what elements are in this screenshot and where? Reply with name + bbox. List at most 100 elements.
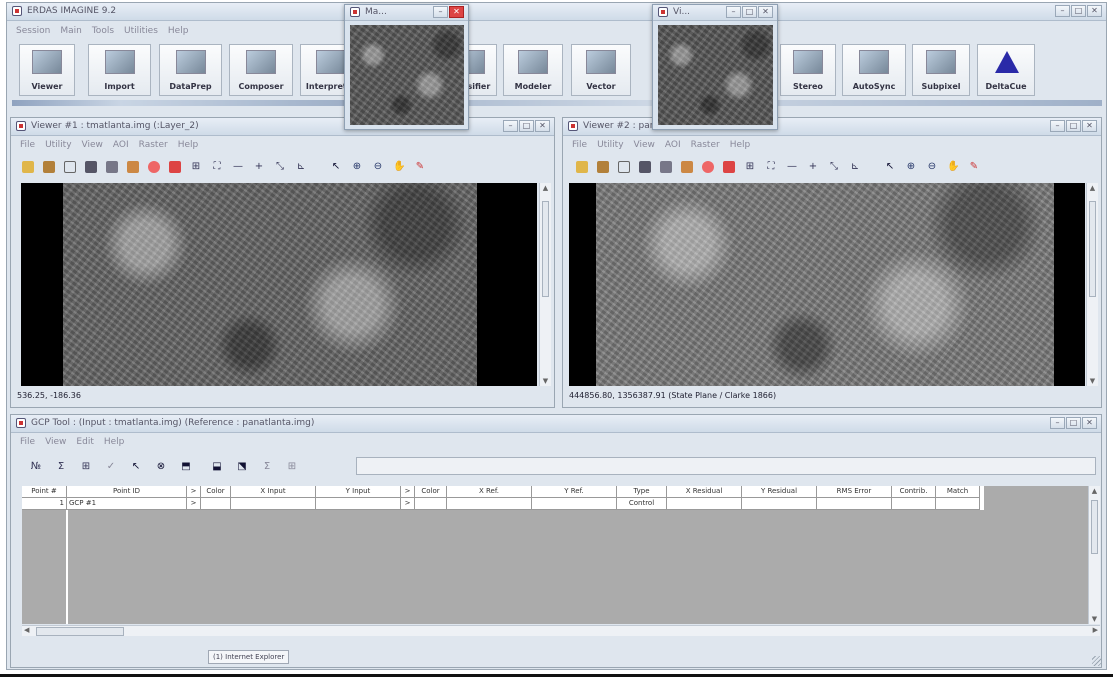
select-gcp-icon[interactable]: ↖ bbox=[130, 461, 142, 473]
sum-icon[interactable]: Σ bbox=[261, 461, 273, 473]
menu-main[interactable]: Main bbox=[60, 24, 82, 38]
aoi-icon[interactable] bbox=[169, 161, 181, 173]
profile-icon[interactable]: ⊾ bbox=[849, 161, 861, 173]
gcp-table[interactable]: Point # Point ID > Color X Input Y Input… bbox=[22, 486, 1088, 624]
close-folder-icon[interactable] bbox=[597, 161, 609, 173]
info-icon[interactable] bbox=[148, 161, 160, 173]
select-arrow-icon[interactable]: ↖ bbox=[330, 161, 342, 173]
minus-icon[interactable]: — bbox=[786, 161, 798, 173]
sigma-icon[interactable]: Σ bbox=[55, 461, 67, 473]
measure-icon[interactable]: ⤡ bbox=[274, 161, 286, 173]
col-type[interactable]: Type bbox=[617, 486, 667, 498]
viewer2-close-button[interactable]: ✕ bbox=[1082, 120, 1097, 132]
cell-point-number[interactable]: 1 bbox=[22, 498, 67, 510]
viewer2-scroll-thumb[interactable] bbox=[1089, 201, 1096, 297]
vector-tool-button[interactable]: Vector bbox=[571, 44, 631, 96]
pencil-icon[interactable] bbox=[681, 161, 693, 173]
table-row[interactable]: 1 GCP #1 > > Control bbox=[22, 498, 984, 510]
model-properties-icon[interactable]: № bbox=[30, 461, 42, 473]
viewer1-menu-utility[interactable]: Utility bbox=[45, 138, 71, 152]
pan-hand-icon[interactable]: ✋ bbox=[393, 161, 405, 173]
menu-session[interactable]: Session bbox=[16, 24, 50, 38]
viewer2-image-canvas[interactable] bbox=[569, 183, 1085, 386]
viewer1-minimize-button[interactable]: – bbox=[503, 120, 518, 132]
menu-help[interactable]: Help bbox=[168, 24, 189, 38]
cell-point-id[interactable]: GCP #1 bbox=[67, 498, 187, 510]
cell-x-residual[interactable] bbox=[667, 498, 742, 510]
viewer1-vertical-scrollbar[interactable]: ▲ ▼ bbox=[539, 183, 551, 386]
pencil-icon[interactable] bbox=[127, 161, 139, 173]
cell-x-ref[interactable] bbox=[447, 498, 532, 510]
gcp-menu-file[interactable]: File bbox=[20, 435, 35, 449]
zoom-out-icon[interactable]: ⊖ bbox=[372, 161, 384, 173]
zoom-out-icon[interactable]: ⊖ bbox=[926, 161, 938, 173]
print-icon[interactable] bbox=[106, 161, 118, 173]
info-icon[interactable] bbox=[702, 161, 714, 173]
grid-icon[interactable]: ⊞ bbox=[744, 161, 756, 173]
maximize-button[interactable]: □ bbox=[1071, 5, 1086, 17]
ref-arrow-icon[interactable]: ⬔ bbox=[236, 461, 248, 473]
col-point-number[interactable]: Point # bbox=[22, 486, 67, 498]
cell-input-marker[interactable]: > bbox=[187, 498, 201, 510]
col-input-marker[interactable]: > bbox=[187, 486, 201, 498]
cell-input-color[interactable] bbox=[201, 498, 231, 510]
viewer1-menu-aoi[interactable]: AOI bbox=[113, 138, 129, 152]
solve-icon[interactable]: ⊞ bbox=[80, 461, 92, 473]
composer-tool-button[interactable]: Composer bbox=[229, 44, 293, 96]
scroll-up-icon[interactable]: ▲ bbox=[1087, 183, 1098, 193]
open-folder-icon[interactable] bbox=[576, 161, 588, 173]
viewer2-menu-help[interactable]: Help bbox=[730, 138, 751, 152]
autosync-tool-button[interactable]: AutoSync bbox=[842, 44, 906, 96]
subpixel-tool-button[interactable]: Subpixel bbox=[912, 44, 970, 96]
cell-match[interactable] bbox=[936, 498, 980, 510]
crosshair-icon[interactable]: + bbox=[253, 161, 265, 173]
minus-icon[interactable]: — bbox=[232, 161, 244, 173]
col-input-color[interactable]: Color bbox=[201, 486, 231, 498]
scroll-left-icon[interactable]: ◀ bbox=[24, 626, 29, 634]
stereo-tool-button[interactable]: Stereo bbox=[780, 44, 836, 96]
scroll-down-icon[interactable]: ▼ bbox=[1089, 614, 1100, 624]
print-icon[interactable] bbox=[660, 161, 672, 173]
scroll-down-icon[interactable]: ▼ bbox=[1087, 376, 1098, 386]
new-viewer-icon[interactable] bbox=[64, 161, 76, 173]
scroll-down-icon[interactable]: ▼ bbox=[540, 376, 551, 386]
col-y-ref[interactable]: Y Ref. bbox=[532, 486, 617, 498]
viewer1-maximize-button[interactable]: □ bbox=[519, 120, 534, 132]
col-y-input[interactable]: Y Input bbox=[316, 486, 401, 498]
col-rms-error[interactable]: RMS Error bbox=[817, 486, 892, 498]
cell-rms-error[interactable] bbox=[817, 498, 892, 510]
cell-type[interactable]: Control bbox=[617, 498, 667, 510]
viewer2-minimize-button[interactable]: – bbox=[1050, 120, 1065, 132]
cell-contrib[interactable] bbox=[892, 498, 936, 510]
col-y-residual[interactable]: Y Residual bbox=[742, 486, 817, 498]
col-x-ref[interactable]: X Ref. bbox=[447, 486, 532, 498]
col-contrib[interactable]: Contrib. bbox=[892, 486, 936, 498]
cell-y-input[interactable] bbox=[316, 498, 401, 510]
scroll-up-icon[interactable]: ▲ bbox=[1089, 486, 1100, 496]
zoom-in-icon[interactable]: ⊕ bbox=[351, 161, 363, 173]
gcp-menu-help[interactable]: Help bbox=[104, 435, 125, 449]
magnifier-popup[interactable]: Ma... – ✕ bbox=[344, 4, 469, 130]
crosshair-icon[interactable]: + bbox=[807, 161, 819, 173]
gcp-menu-view[interactable]: View bbox=[45, 435, 66, 449]
dataprep-tool-button[interactable]: DataPrep bbox=[159, 44, 222, 96]
minimize-button[interactable]: – bbox=[1055, 5, 1070, 17]
menu-tools[interactable]: Tools bbox=[92, 24, 114, 38]
viewer-tool-button[interactable]: Viewer bbox=[19, 44, 75, 96]
new-viewer-icon[interactable] bbox=[618, 161, 630, 173]
grid-icon[interactable]: ⊞ bbox=[190, 161, 202, 173]
viewer1-menu-view[interactable]: View bbox=[82, 138, 103, 152]
scroll-right-icon[interactable]: ▶ bbox=[1093, 626, 1098, 634]
viewer1-image-canvas[interactable] bbox=[21, 183, 537, 386]
close-button[interactable]: ✕ bbox=[1087, 5, 1102, 17]
deltacue-tool-button[interactable]: DeltaCue bbox=[977, 44, 1035, 96]
modeler-tool-button[interactable]: Modeler bbox=[503, 44, 563, 96]
viewer1-scroll-thumb[interactable] bbox=[542, 201, 549, 297]
gcp-vertical-scrollbar[interactable]: ▲ ▼ bbox=[1088, 486, 1100, 624]
pan-hand-icon[interactable]: ✋ bbox=[947, 161, 959, 173]
gcp-maximize-button[interactable]: □ bbox=[1066, 417, 1081, 429]
close-folder-icon[interactable] bbox=[43, 161, 55, 173]
cell-x-input[interactable] bbox=[231, 498, 316, 510]
col-match[interactable]: Match bbox=[936, 486, 980, 498]
viewer2-menu-utility[interactable]: Utility bbox=[597, 138, 623, 152]
